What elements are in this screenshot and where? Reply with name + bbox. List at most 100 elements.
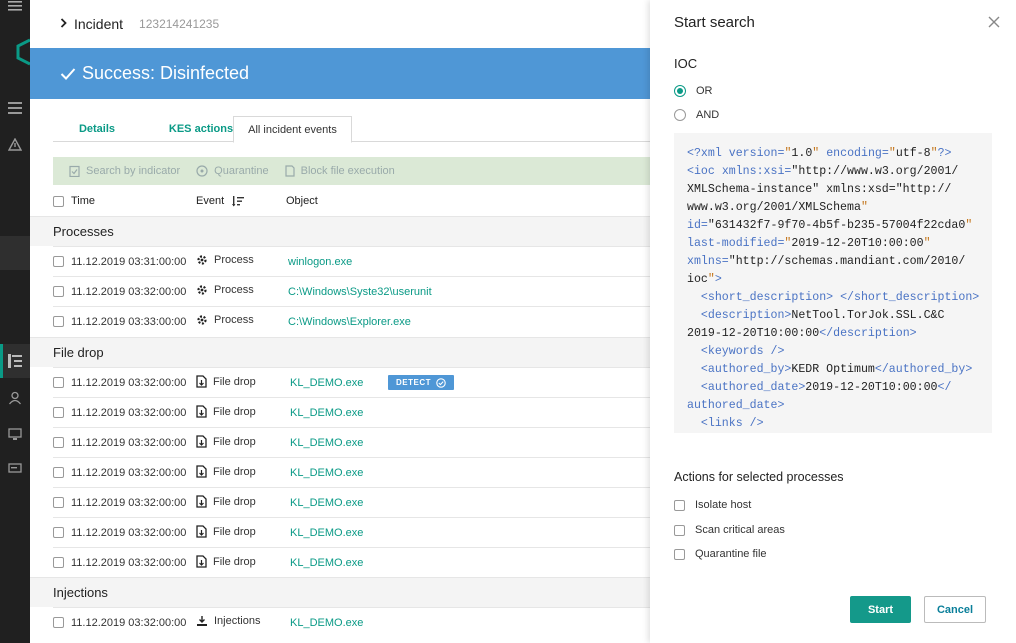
table-row[interactable]: 11.12.2019 03:32:00:00 File drop KL_DEMO…	[53, 367, 650, 397]
cancel-button[interactable]: Cancel	[924, 596, 986, 623]
actions-title: Actions for selected processes	[674, 470, 844, 484]
event-time: 11.12.2019 03:31:00:00	[71, 256, 187, 268]
checkbox[interactable]	[674, 548, 685, 560]
rail-hover-item[interactable]	[0, 236, 30, 270]
object-link[interactable]: KL_DEMO.exe	[290, 407, 363, 419]
row-checkbox[interactable]	[53, 286, 64, 297]
checkbox[interactable]	[674, 499, 685, 511]
quarantine-file-checkbox[interactable]: Quarantine file	[674, 548, 767, 560]
sort-icon[interactable]	[232, 195, 245, 207]
file-drop-icon	[196, 555, 207, 568]
incident-id: 123214241235	[139, 17, 220, 31]
event-time: 11.12.2019 03:32:00:00	[71, 617, 187, 629]
select-all-checkbox[interactable]	[53, 195, 64, 207]
list-icon[interactable]	[7, 100, 23, 116]
event-time: 11.12.2019 03:32:00:00	[71, 467, 187, 479]
block-file-execution-button[interactable]: Block file execution	[285, 165, 395, 177]
monitor-icon[interactable]	[7, 426, 23, 442]
tab-details[interactable]: Details	[53, 116, 141, 142]
radio-button-selected[interactable]	[674, 85, 686, 97]
event-type: File drop	[196, 555, 256, 568]
row-checkbox[interactable]	[53, 316, 64, 327]
event-type: File drop	[196, 465, 256, 478]
object-link[interactable]: KL_DEMO.exe	[290, 467, 363, 479]
file-drop-icon	[196, 495, 207, 508]
table-row[interactable]: 11.12.2019 03:32:00:00 File drop KL_DEMO…	[53, 427, 650, 457]
quarantine-button[interactable]: Quarantine	[196, 165, 269, 177]
detect-badge[interactable]: DETECT	[388, 375, 454, 390]
row-checkbox[interactable]	[53, 467, 64, 478]
object-link[interactable]: KL_DEMO.exe	[290, 557, 363, 569]
rail-active-item[interactable]	[0, 344, 30, 378]
event-time: 11.12.2019 03:32:00:00	[71, 527, 187, 539]
isolate-host-checkbox[interactable]: Isolate host	[674, 499, 751, 511]
group-file-drop: File drop	[30, 337, 650, 367]
event-type: File drop	[196, 375, 256, 388]
row-checkbox[interactable]	[53, 557, 64, 568]
object-link[interactable]: KL_DEMO.exe	[290, 617, 363, 629]
radio-or[interactable]: OR	[674, 85, 713, 97]
table-row[interactable]: 11.12.2019 03:32:00:00 File drop KL_DEMO…	[53, 397, 650, 427]
event-type: Process	[196, 284, 254, 296]
clipboard-icon	[69, 165, 80, 177]
column-time[interactable]: Time	[71, 195, 95, 207]
object-link[interactable]: KL_DEMO.exe	[290, 377, 363, 389]
object-link[interactable]: C:\Windows\Syste32\userunit	[288, 286, 432, 298]
menu-icon[interactable]	[7, 0, 23, 14]
radio-and[interactable]: AND	[674, 109, 719, 121]
injection-icon	[197, 616, 207, 626]
table-row[interactable]: 11.12.2019 03:32:00:00 File drop KL_DEMO…	[53, 487, 650, 517]
event-time: 11.12.2019 03:32:00:00	[71, 437, 187, 449]
table-row[interactable]: 11.12.2019 03:32:00:00 Injections KL_DEM…	[53, 607, 650, 637]
file-drop-icon	[196, 525, 207, 538]
event-type: File drop	[196, 435, 256, 448]
event-time: 11.12.2019 03:33:00:00	[71, 316, 187, 328]
action-toolbar: Search by indicator Quarantine Block fil…	[53, 157, 650, 185]
search-by-indicator-button[interactable]: Search by indicator	[69, 165, 180, 177]
column-event[interactable]: Event	[196, 195, 245, 207]
object-link[interactable]: KL_DEMO.exe	[290, 497, 363, 509]
file-block-icon	[285, 165, 295, 177]
object-link[interactable]: C:\Windows\Explorer.exe	[288, 316, 411, 328]
table-row[interactable]: 11.12.2019 03:32:00:00 File drop KL_DEMO…	[53, 517, 650, 547]
event-time: 11.12.2019 03:32:00:00	[71, 286, 187, 298]
user-icon[interactable]	[7, 390, 23, 406]
table-row[interactable]: 11.12.2019 03:32:00:00 File drop KL_DEMO…	[53, 547, 650, 577]
table-row[interactable]: 11.12.2019 03:33:00:00 Process C:\Window…	[53, 306, 650, 336]
checkbox[interactable]	[674, 524, 685, 536]
status-banner: Success: Disinfected	[30, 48, 650, 99]
breadcrumb: Incident 123214241235	[30, 0, 650, 48]
object-link[interactable]: KL_DEMO.exe	[290, 437, 363, 449]
radio-button[interactable]	[674, 109, 686, 121]
storage-icon[interactable]	[7, 460, 23, 476]
left-nav-rail	[0, 0, 30, 643]
gear-icon	[197, 285, 207, 295]
row-checkbox[interactable]	[53, 256, 64, 267]
event-time: 11.12.2019 03:32:00:00	[71, 557, 187, 569]
object-link[interactable]: winlogon.exe	[288, 256, 352, 268]
group-injections: Injections	[30, 577, 650, 607]
row-checkbox[interactable]	[53, 377, 64, 388]
table-row[interactable]: 11.12.2019 03:31:00:00 Process winlogon.…	[53, 246, 650, 276]
event-type: Injections	[196, 615, 260, 627]
row-checkbox[interactable]	[53, 527, 64, 538]
row-checkbox[interactable]	[53, 407, 64, 418]
column-object[interactable]: Object	[286, 195, 318, 207]
scan-critical-areas-checkbox[interactable]: Scan critical areas	[674, 524, 785, 536]
start-button[interactable]: Start	[850, 596, 911, 623]
ioc-xml-editor[interactable]: <?xml version="1.0" encoding="utf-8"?> <…	[674, 133, 992, 433]
object-link[interactable]: KL_DEMO.exe	[290, 527, 363, 539]
ioc-label: IOC	[674, 56, 698, 71]
file-drop-icon	[196, 405, 207, 418]
row-checkbox[interactable]	[53, 437, 64, 448]
row-checkbox[interactable]	[53, 617, 64, 628]
close-icon[interactable]	[988, 16, 1002, 30]
table-row[interactable]: 11.12.2019 03:32:00:00 Process C:\Window…	[53, 276, 650, 306]
alert-icon[interactable]	[7, 136, 23, 152]
row-checkbox[interactable]	[53, 497, 64, 508]
check-circle-icon	[436, 377, 446, 388]
table-row[interactable]: 11.12.2019 03:32:00:00 File drop KL_DEMO…	[53, 457, 650, 487]
event-time: 11.12.2019 03:32:00:00	[71, 497, 187, 509]
chevron-right-icon[interactable]	[60, 17, 67, 31]
tab-all-incident-events[interactable]: All incident events	[233, 116, 352, 143]
